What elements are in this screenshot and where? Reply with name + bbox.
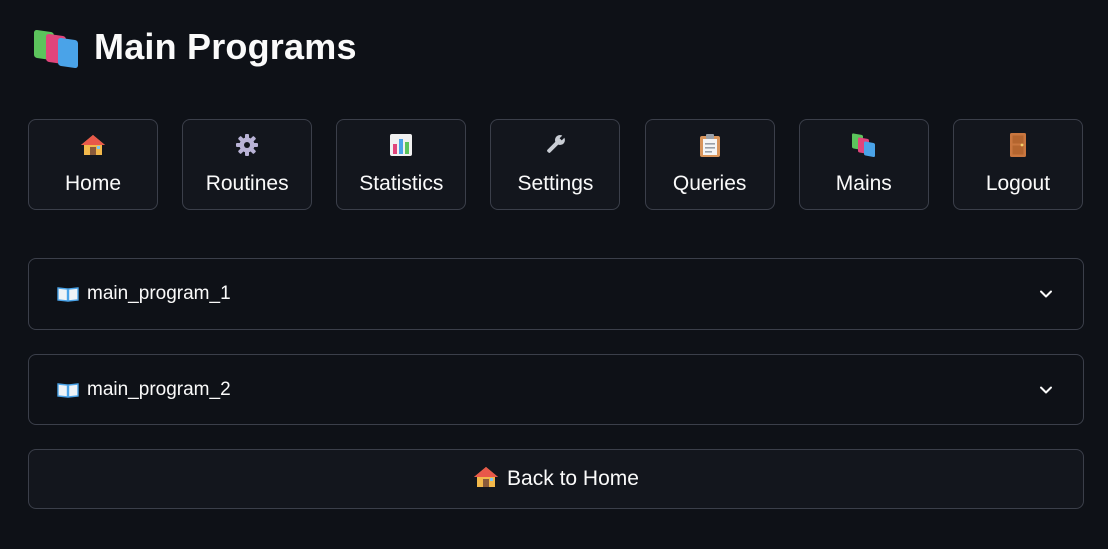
routines-button-label: Routines: [205, 172, 289, 195]
back-to-home-button[interactable]: Back to Home: [28, 449, 1084, 509]
logout-button[interactable]: Logout: [952, 119, 1083, 210]
books-icon: [34, 27, 80, 69]
books-icon: [851, 132, 877, 158]
expander-main-program-2[interactable]: main_program_2: [28, 354, 1084, 425]
nav-bar: Home Routines Statistics Settings Querie…: [28, 119, 1083, 210]
home-button-label: Home: [64, 172, 122, 195]
house-icon: [473, 465, 499, 494]
mains-button-label: Mains: [835, 172, 892, 195]
expander-label: main_program_2: [87, 378, 231, 400]
settings-button[interactable]: Settings: [490, 119, 621, 210]
mains-button[interactable]: Mains: [798, 119, 929, 210]
queries-button[interactable]: Queries: [644, 119, 775, 210]
clipboard-icon: [697, 132, 723, 158]
page-title: Main Programs: [94, 26, 357, 67]
settings-button-label: Settings: [517, 172, 594, 195]
statistics-button-label: Statistics: [359, 172, 444, 195]
open-book-icon: [57, 286, 79, 302]
bar-chart-icon: [388, 132, 414, 158]
page-header: Main Programs: [34, 24, 357, 70]
door-icon: [1005, 132, 1031, 158]
wrench-icon: [542, 132, 568, 158]
back-to-home-label: Back to Home: [507, 467, 639, 490]
routines-button[interactable]: Routines: [182, 119, 313, 210]
home-button[interactable]: Home: [28, 119, 158, 210]
logout-button-label: Logout: [985, 172, 1051, 195]
house-icon: [80, 132, 106, 158]
main-programs-page: Main Programs Home Routines Statistics S…: [0, 0, 1108, 549]
chevron-down-icon[interactable]: [1037, 381, 1055, 399]
expander-label: main_program_1: [87, 283, 231, 304]
expander-main-program-1[interactable]: main_program_1: [28, 258, 1084, 330]
open-book-icon: [57, 382, 79, 398]
chevron-down-icon[interactable]: [1037, 285, 1055, 303]
queries-button-label: Queries: [672, 172, 747, 195]
statistics-button[interactable]: Statistics: [336, 119, 467, 210]
gear-icon: [234, 132, 260, 158]
